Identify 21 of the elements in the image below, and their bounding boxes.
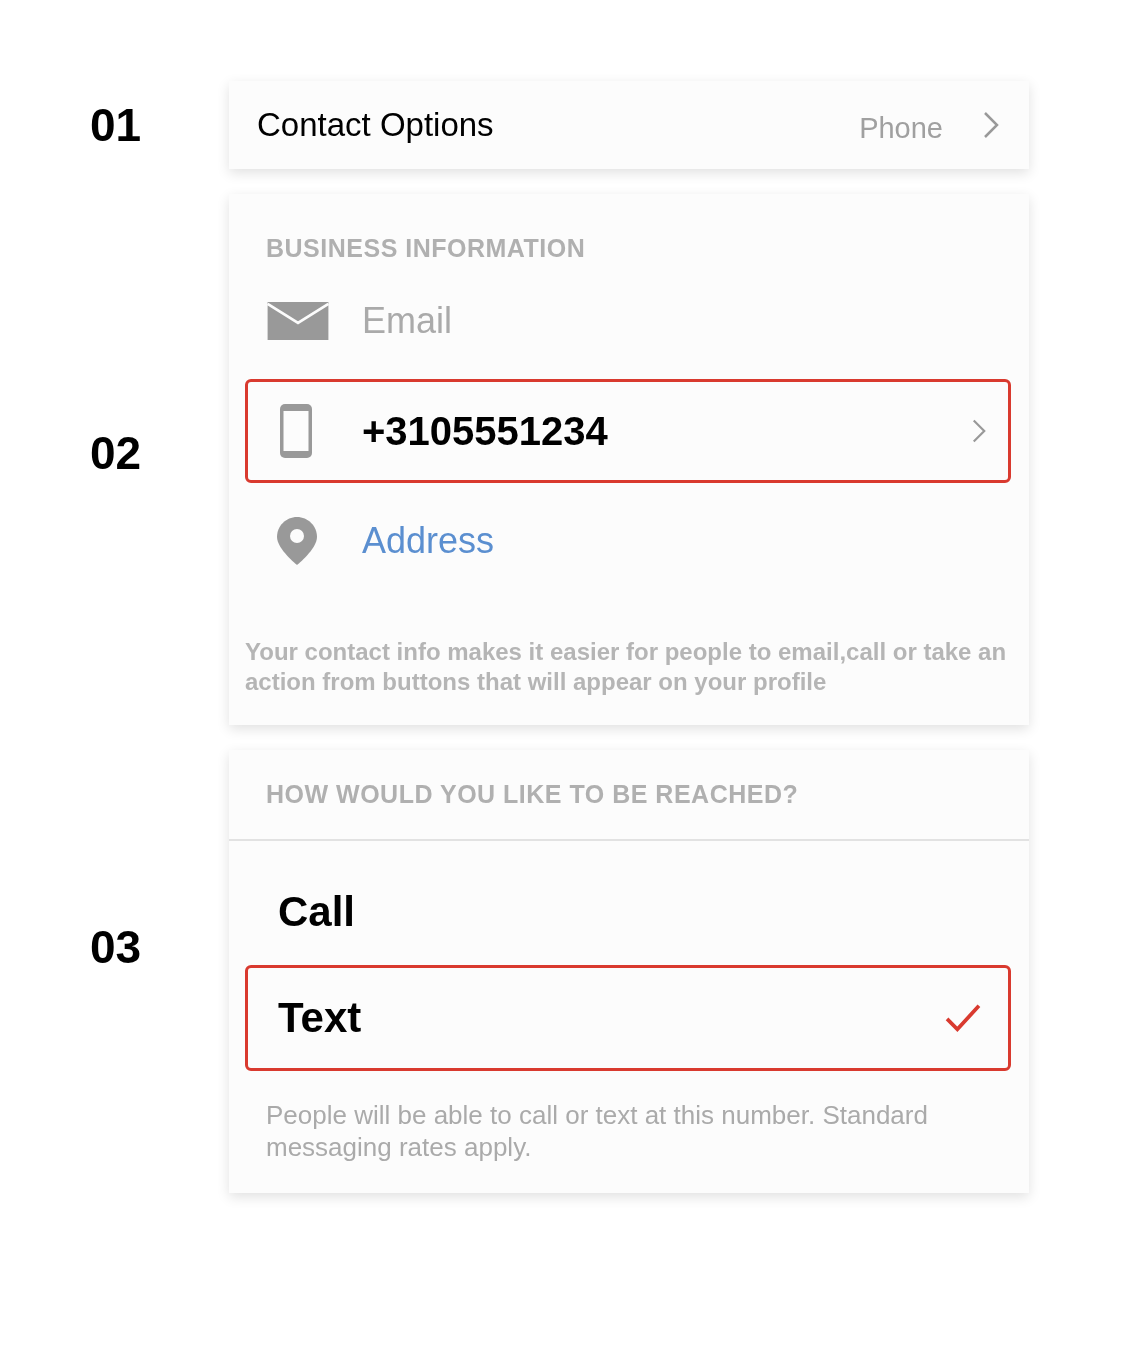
field-value: +3105551234 — [362, 408, 609, 454]
contact-field[interactable]: +3105551234 — [245, 379, 1011, 483]
step-number: 03 — [89, 920, 143, 974]
chevron-icon — [972, 417, 986, 445]
step-number: 02 — [89, 426, 143, 480]
checkmark-icon — [944, 1003, 982, 1033]
row-label: Contact Options — [257, 106, 495, 144]
section-heading: HOW WOULD YOU LIKE TO BE REACHED? — [229, 780, 1029, 841]
field-value: Email — [362, 300, 454, 342]
section-heading: BUSINESS INFORMATION — [265, 234, 587, 263]
location-pin-icon — [277, 517, 317, 565]
reach-option[interactable]: Text — [245, 965, 1011, 1071]
step-number: 01 — [89, 98, 143, 152]
reach-option[interactable]: Call — [245, 859, 1011, 965]
help-text: Your contact info makes it easier for people to email,call or take an action from buttons that will appear on your profile — [245, 637, 1008, 697]
row-value: Phone — [859, 111, 943, 145]
contact-options-row[interactable]: Contact Options Phone — [229, 81, 1029, 169]
help-text: People will be able to call or text at this number. Standard messaging rates apply. — [265, 1099, 929, 1163]
envelope-icon — [266, 302, 330, 340]
field-value: Address — [362, 520, 496, 562]
phone-icon — [280, 404, 312, 458]
